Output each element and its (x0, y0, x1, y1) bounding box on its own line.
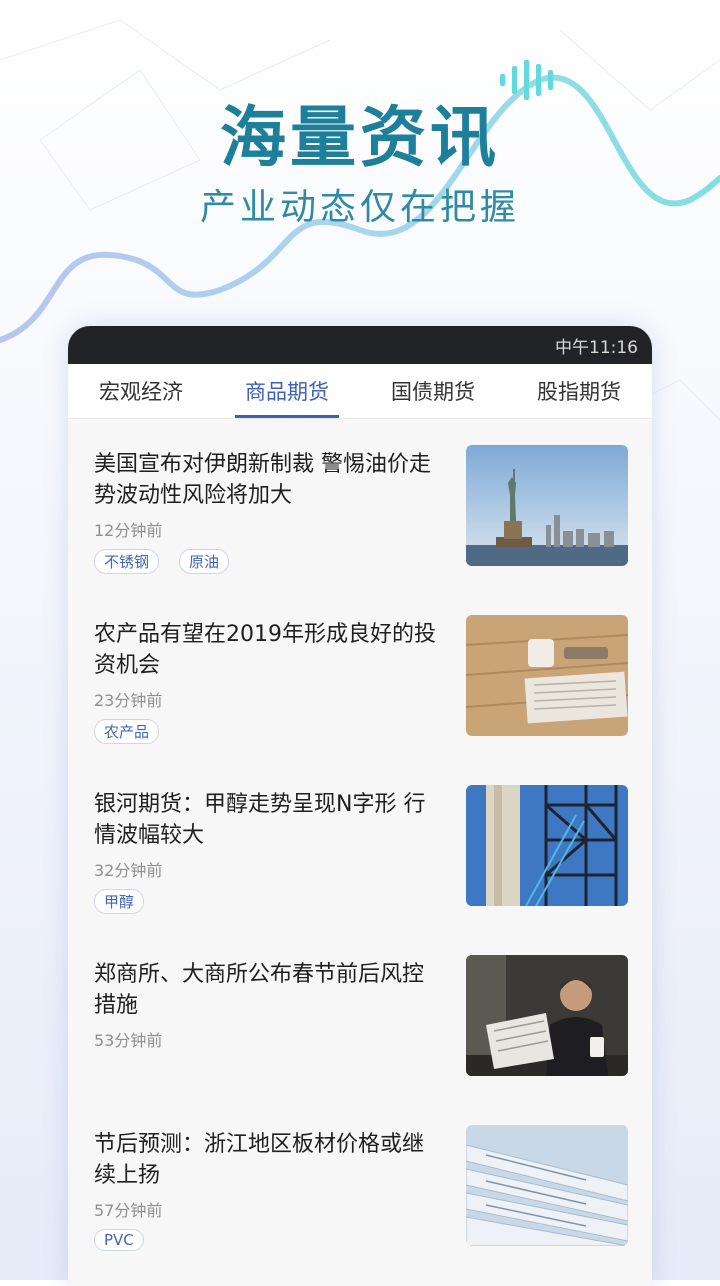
news-time: 57分钟前 (94, 1201, 163, 1220)
tab-treasury-futures[interactable]: 国债期货 (360, 364, 506, 418)
newspaper-table-image (466, 615, 628, 736)
news-time: 23分钟前 (94, 691, 163, 710)
news-list: 美国宣布对伊朗新制裁 警惕油价走势波动性风险将加大 12分钟前 不锈钢 原油 农… (68, 419, 652, 1279)
statue-of-liberty-image (466, 445, 628, 566)
phone-screen: 中午11:16 宏观经济 商品期货 国债期货 股指期货 美国宣布对伊朗新制裁 警… (68, 326, 652, 1286)
industrial-tower-image (466, 785, 628, 906)
newspaper-stack-image (466, 1125, 628, 1246)
man-reading-newspaper-image (466, 955, 628, 1076)
status-time: 中午11:16 (555, 337, 638, 358)
hero-title: 海量资讯 (220, 99, 500, 176)
status-bar: 中午11:16 (68, 326, 652, 364)
news-time: 53分钟前 (94, 1031, 163, 1050)
category-tabs: 宏观经济 商品期货 国债期货 股指期货 (68, 364, 652, 419)
news-item[interactable]: 银河期货：甲醇走势呈现N字形 行情波幅较大 32分钟前 甲醇 (68, 769, 652, 939)
news-tag[interactable]: 原油 (179, 549, 230, 574)
tab-macro-economy[interactable]: 宏观经济 (68, 364, 214, 418)
news-tag[interactable]: PVC (94, 1229, 144, 1251)
news-time: 12分钟前 (94, 521, 163, 540)
news-title: 银河期货：甲醇走势呈现N字形 行情波幅较大 (94, 792, 426, 848)
news-time: 32分钟前 (94, 861, 163, 880)
news-title: 郑商所、大商所公布春节前后风控措施 (94, 962, 425, 1018)
news-title: 美国宣布对伊朗新制裁 警惕油价走势波动性风险将加大 (94, 452, 431, 508)
news-title: 农产品有望在2019年形成良好的投资机会 (94, 622, 436, 678)
news-title: 节后预测：浙江地区板材价格或继续上扬 (94, 1132, 425, 1188)
news-tag[interactable]: 农产品 (94, 719, 160, 744)
news-item[interactable]: 农产品有望在2019年形成良好的投资机会 23分钟前 农产品 (68, 599, 652, 769)
hero-subtitle: 产业动态仅在把握 (199, 187, 520, 228)
news-item[interactable]: 郑商所、大商所公布春节前后风控措施 53分钟前 (68, 939, 652, 1109)
news-tag[interactable]: 甲醇 (94, 889, 145, 914)
tab-commodity-futures[interactable]: 商品期货 (214, 364, 360, 418)
news-item[interactable]: 美国宣布对伊朗新制裁 警惕油价走势波动性风险将加大 12分钟前 不锈钢 原油 (68, 429, 652, 599)
news-tag[interactable]: 不锈钢 (94, 549, 160, 574)
tab-index-futures[interactable]: 股指期货 (506, 364, 652, 418)
news-item[interactable]: 节后预测：浙江地区板材价格或继续上扬 57分钟前 PVC (68, 1109, 652, 1279)
